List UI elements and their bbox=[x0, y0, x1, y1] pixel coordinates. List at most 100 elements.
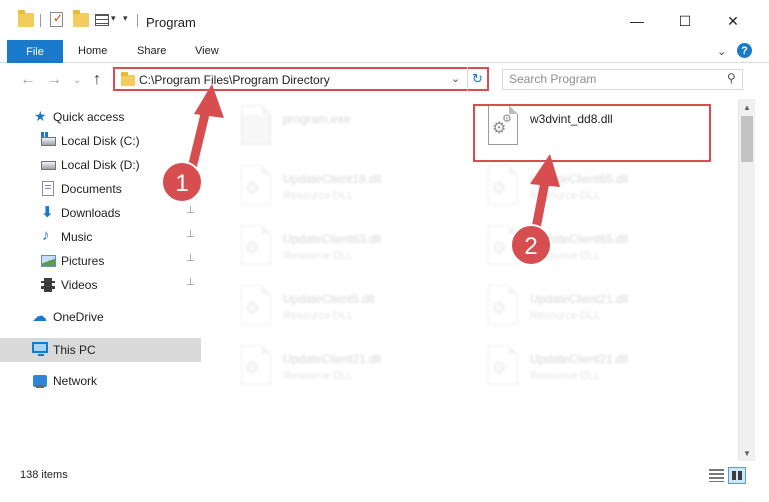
file-item[interactable]: ⚙ UpdateClient19.dll Resource DLL bbox=[229, 163, 469, 219]
file-name: UpdateClient21.dll bbox=[530, 352, 629, 366]
recent-locations-button[interactable]: ⌄ bbox=[73, 75, 81, 86]
expand-ribbon-icon[interactable]: ⌄ bbox=[717, 45, 726, 58]
file-name: UpdateClient65.dll bbox=[530, 172, 629, 186]
tab-file[interactable]: File bbox=[7, 40, 63, 63]
sidebar-item-label: Pictures bbox=[61, 254, 105, 268]
back-button[interactable]: ← bbox=[20, 71, 36, 89]
download-icon: ⬇ bbox=[41, 204, 54, 221]
pin-icon[interactable]: ⊥ bbox=[186, 253, 195, 264]
sidebar-item-music[interactable]: ♪ Music ⊥ bbox=[0, 226, 201, 248]
close-button[interactable]: ✕ bbox=[710, 6, 756, 36]
view-options-icon[interactable] bbox=[95, 14, 109, 26]
details-view-icon[interactable] bbox=[709, 469, 724, 482]
sidebar-item-label: Downloads bbox=[61, 206, 121, 220]
file-item[interactable]: ⚙ UpdateClient21.dll Resource DLL bbox=[229, 343, 469, 399]
navigation-pane: ★ Quick access Local Disk (C:) Local Dis… bbox=[0, 99, 208, 461]
chevron-down-icon[interactable]: ▾ bbox=[111, 13, 116, 24]
vertical-scrollbar[interactable]: ▲ ▼ bbox=[738, 99, 755, 461]
sidebar-item-local-disk-c[interactable]: Local Disk (C:) bbox=[0, 130, 201, 152]
status-bar: 138 items bbox=[0, 461, 769, 502]
address-path[interactable]: C:\Program Files\Program Directory bbox=[139, 73, 330, 87]
file-highlight-box bbox=[473, 104, 711, 162]
sidebar-item-this-pc[interactable]: This PC bbox=[0, 338, 201, 362]
file-type: Resource DLL bbox=[283, 310, 354, 322]
help-icon[interactable]: ? bbox=[737, 43, 752, 58]
tab-home[interactable]: Home bbox=[78, 45, 107, 57]
item-count: 138 items bbox=[20, 469, 68, 481]
sidebar-item-downloads[interactable]: ⬇ Downloads ⊥ bbox=[0, 202, 201, 224]
cloud-icon: ☁ bbox=[32, 308, 47, 325]
forward-button[interactable]: → bbox=[46, 71, 62, 89]
refresh-button[interactable]: ↻ bbox=[467, 67, 487, 91]
tiles-view-icon[interactable] bbox=[728, 467, 746, 484]
sidebar-item-label: Network bbox=[53, 374, 98, 388]
file-item[interactable]: ⚙ UpdateClient5.dll Resource DLL bbox=[229, 283, 469, 339]
dll-file-icon: ⚙ bbox=[484, 225, 522, 271]
sidebar-item-local-disk-d[interactable]: Local Disk (D:) bbox=[0, 154, 201, 176]
search-input[interactable] bbox=[509, 72, 709, 86]
title-bar: ▾ ▾ Program — ☐ ✕ bbox=[0, 0, 769, 40]
toolbar-separator bbox=[40, 14, 41, 27]
scroll-down-icon[interactable]: ▼ bbox=[739, 445, 755, 461]
file-type: Resource DLL bbox=[530, 310, 601, 322]
star-icon: ★ bbox=[34, 108, 47, 124]
maximize-button[interactable]: ☐ bbox=[662, 6, 708, 36]
address-bar[interactable]: C:\Program Files\Program Directory ⌄ ↻ bbox=[113, 67, 489, 91]
customize-toolbar-icon[interactable]: ▾ bbox=[123, 13, 128, 24]
ribbon-tabs: File Home Share View ⌄ ? bbox=[0, 40, 769, 63]
dll-file-icon: ⚙ bbox=[237, 165, 275, 211]
file-item[interactable]: ⚙ UpdateClient63.dll Resource DLL bbox=[229, 223, 469, 279]
up-button[interactable]: ↑ bbox=[93, 71, 101, 89]
file-item[interactable]: ⚙ UpdateClient21.dll Resource DLL bbox=[476, 283, 716, 339]
file-item-program-exe[interactable]: program.exe bbox=[229, 103, 469, 159]
sidebar-item-label: Local Disk (D:) bbox=[61, 158, 140, 172]
documents-icon bbox=[42, 181, 54, 196]
scroll-up-icon[interactable]: ▲ bbox=[739, 99, 755, 115]
file-name: UpdateClient5.dll bbox=[283, 292, 375, 306]
new-folder-icon[interactable] bbox=[73, 10, 89, 27]
search-box[interactable]: ⚲ bbox=[502, 69, 743, 90]
address-dropdown-icon[interactable]: ⌄ bbox=[451, 72, 460, 85]
file-name: UpdateClient21.dll bbox=[283, 352, 382, 366]
pin-icon[interactable]: ⊥ bbox=[186, 277, 195, 288]
file-type: Resource DLL bbox=[530, 370, 601, 382]
file-name: UpdateClient65.dll bbox=[530, 232, 629, 246]
sidebar-item-videos[interactable]: Videos ⊥ bbox=[0, 274, 201, 296]
file-name: UpdateClient21.dll bbox=[530, 292, 629, 306]
file-type: Resource DLL bbox=[283, 190, 354, 202]
file-name: UpdateClient19.dll bbox=[283, 172, 382, 186]
file-type: Resource DLL bbox=[530, 190, 601, 202]
dll-file-icon: ⚙ bbox=[237, 225, 275, 271]
dll-file-icon: ⚙ bbox=[484, 285, 522, 331]
scroll-thumb[interactable] bbox=[741, 116, 753, 162]
sidebar-item-pictures[interactable]: Pictures ⊥ bbox=[0, 250, 201, 272]
file-name: UpdateClient63.dll bbox=[283, 232, 382, 246]
sidebar-item-network[interactable]: Network bbox=[0, 370, 201, 392]
disk-icon bbox=[41, 132, 56, 146]
minimize-button[interactable]: — bbox=[614, 6, 660, 36]
title-separator bbox=[137, 14, 138, 27]
tab-view[interactable]: View bbox=[195, 45, 219, 57]
dll-file-icon: ⚙ bbox=[237, 285, 275, 331]
dll-file-icon: ⚙ bbox=[237, 345, 275, 391]
sidebar-item-label: Music bbox=[61, 230, 93, 244]
file-name: program.exe bbox=[283, 112, 351, 126]
tab-share[interactable]: Share bbox=[137, 45, 166, 57]
pin-icon[interactable]: ⊥ bbox=[186, 205, 195, 216]
videos-icon bbox=[41, 278, 55, 292]
file-item[interactable]: ⚙ UpdateClient65.dll Resource DLL bbox=[476, 223, 716, 279]
pin-icon[interactable]: ⊥ bbox=[186, 229, 195, 240]
properties-icon[interactable] bbox=[50, 11, 63, 27]
sidebar-item-label: Quick access bbox=[53, 110, 125, 124]
file-type: Resource DLL bbox=[283, 250, 354, 262]
sidebar-item-quick-access[interactable]: ★ Quick access bbox=[0, 106, 201, 128]
search-icon[interactable]: ⚲ bbox=[727, 71, 736, 85]
sidebar-item-onedrive[interactable]: ☁ OneDrive bbox=[0, 306, 201, 328]
sidebar-item-label: OneDrive bbox=[53, 310, 104, 324]
file-item[interactable]: ⚙ UpdateClient65.dll Resource DLL bbox=[476, 163, 716, 219]
folder-icon bbox=[18, 10, 34, 27]
file-item[interactable]: ⚙ UpdateClient21.dll Resource DLL bbox=[476, 343, 716, 399]
disk-icon bbox=[41, 161, 56, 170]
sidebar-item-label: Documents bbox=[61, 182, 122, 196]
sidebar-item-documents[interactable]: Documents bbox=[0, 178, 201, 200]
